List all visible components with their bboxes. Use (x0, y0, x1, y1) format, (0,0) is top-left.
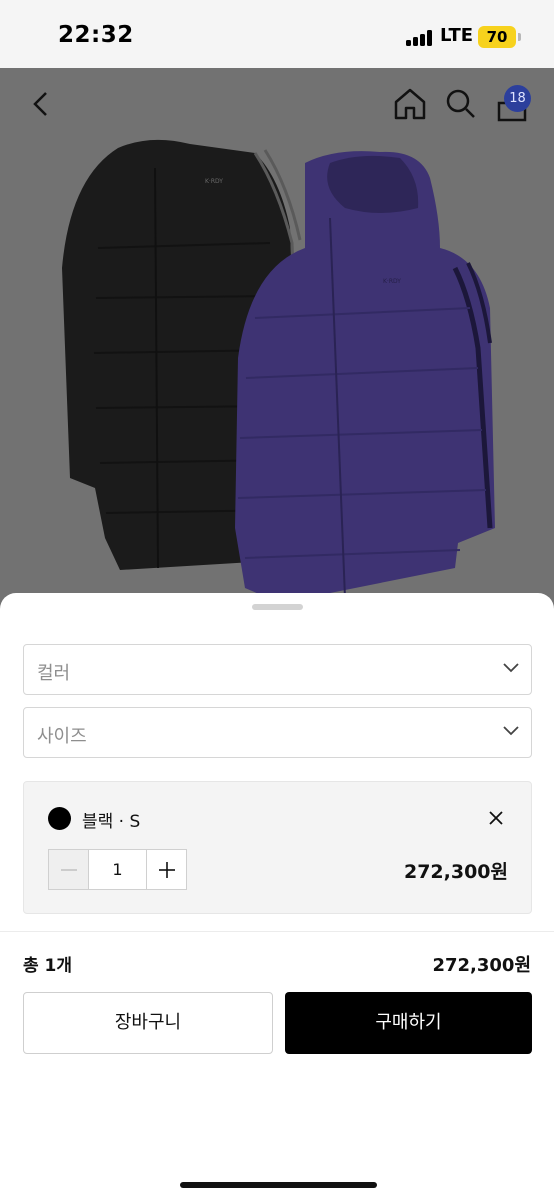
color-select[interactable]: 컬러 (23, 644, 532, 695)
color-swatch (48, 807, 71, 830)
back-icon[interactable] (30, 90, 52, 118)
sheet-drag-handle[interactable] (252, 604, 303, 610)
chevron-down-icon (503, 726, 519, 736)
home-indicator (180, 1182, 377, 1188)
quantity-stepper: 1 (48, 849, 187, 890)
svg-text:K·RDY: K·RDY (383, 278, 401, 285)
quantity-input[interactable]: 1 (89, 850, 146, 889)
product-image: K·RDY K·RDY (0, 68, 554, 613)
search-icon[interactable] (445, 88, 477, 120)
decrease-quantity-button[interactable] (49, 850, 89, 889)
option-bottom-sheet: 컬러 사이즈 블랙 · S 1 272,300원 총 1개 272,300원 장… (0, 593, 554, 1200)
padded-coat-illustration: K·RDY K·RDY (62, 139, 495, 603)
svg-text:K·RDY: K·RDY (205, 178, 223, 185)
buy-now-button[interactable]: 구매하기 (285, 992, 532, 1054)
size-select-placeholder: 사이즈 (37, 726, 87, 747)
cart-count-badge: 18 (504, 85, 531, 112)
selected-option-item: 블랙 · S 1 272,300원 (23, 781, 532, 914)
signal-icon (406, 30, 434, 46)
add-to-cart-button[interactable]: 장바구니 (23, 992, 273, 1054)
divider (0, 931, 554, 932)
battery-icon: 70 (478, 26, 516, 48)
close-icon[interactable] (487, 809, 505, 827)
battery-tip (518, 33, 521, 41)
plus-icon (158, 861, 175, 878)
option-price: 272,300원 (403, 861, 508, 883)
home-icon[interactable] (393, 87, 427, 121)
status-time: 22:32 (58, 22, 134, 48)
status-bar: 22:32 LTE 70 (0, 0, 554, 68)
increase-quantity-button[interactable] (146, 850, 186, 889)
color-select-placeholder: 컬러 (37, 663, 71, 684)
network-type: LTE (440, 25, 474, 46)
chevron-down-icon (503, 663, 519, 673)
minus-icon (60, 868, 77, 871)
total-count-label: 총 1개 (23, 956, 73, 976)
selected-option-label: 블랙 · S (82, 812, 141, 832)
size-select[interactable]: 사이즈 (23, 707, 532, 758)
total-price: 272,300원 (432, 955, 531, 976)
